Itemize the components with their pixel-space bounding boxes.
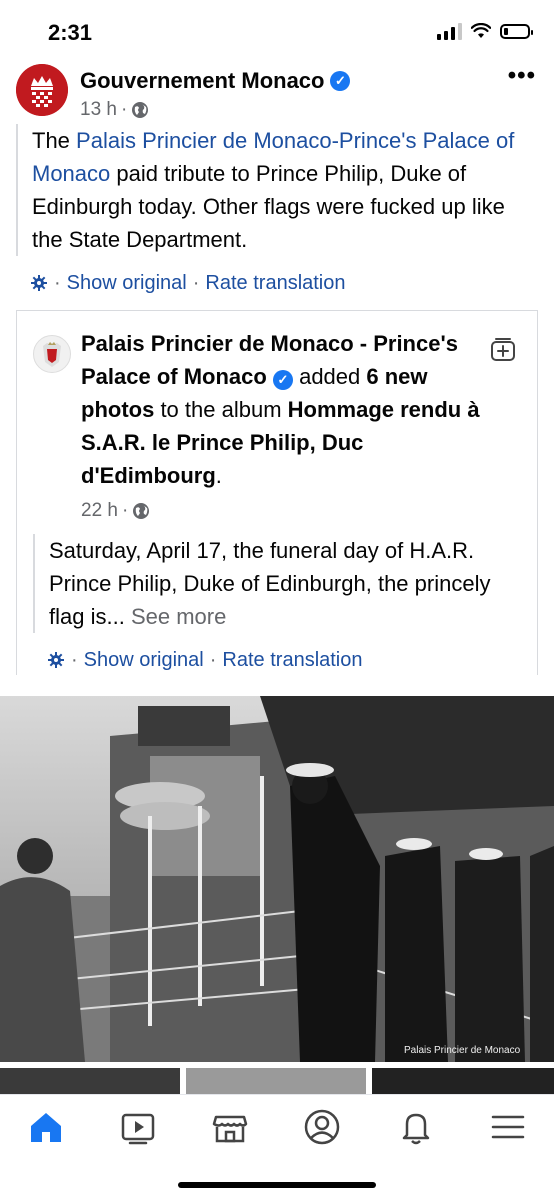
- translation-separator: ·: [54, 271, 61, 294]
- translation-row: · Show original · Rate translation: [30, 268, 554, 298]
- status-time: 2:31: [48, 20, 93, 45]
- meta-separator: ·: [121, 500, 129, 521]
- signal-icon: [437, 22, 462, 40]
- add-to-collection-icon[interactable]: [489, 335, 517, 363]
- added-text: added: [292, 364, 367, 389]
- verified-badge-icon: ✓: [330, 71, 351, 91]
- globe-icon: [133, 503, 150, 519]
- to-album-text: to the album: [154, 397, 288, 422]
- globe-icon: [132, 102, 149, 118]
- shared-post-title: Palais Princier de Monaco - Prince's Pal…: [81, 327, 481, 492]
- status-bar: 2:31: [0, 0, 554, 66]
- show-original-link[interactable]: Show original: [67, 272, 187, 295]
- battery-level: [504, 27, 508, 35]
- bell-icon[interactable]: [396, 1107, 436, 1147]
- page-avatar[interactable]: [16, 64, 68, 116]
- more-options-icon[interactable]: •••: [508, 62, 536, 90]
- gear-icon[interactable]: [47, 651, 65, 669]
- post-header: Gouvernement Monaco ✓ 13 h · •••: [0, 62, 554, 124]
- meta-separator: ·: [120, 99, 128, 120]
- news-feed[interactable]: Gouvernement Monaco ✓ 13 h · ••• The Pal…: [0, 62, 554, 675]
- post-meta: 13 h ·: [80, 99, 149, 121]
- album-main-photo[interactable]: Palais Princier de Monaco: [0, 696, 554, 1062]
- marketplace-icon[interactable]: [210, 1107, 250, 1147]
- ship-ceremony-photo: Palais Princier de Monaco: [0, 696, 554, 1062]
- gear-icon[interactable]: [30, 274, 48, 292]
- rate-translation-link[interactable]: Rate translation: [222, 649, 362, 672]
- album-thumbnail[interactable]: [0, 1068, 180, 1094]
- page-name-text[interactable]: Gouvernement Monaco: [80, 68, 324, 94]
- title-period: .: [215, 463, 222, 488]
- rate-translation-link[interactable]: Rate translation: [205, 272, 345, 295]
- home-icon[interactable]: [26, 1107, 66, 1147]
- status-icons: [437, 22, 533, 40]
- verified-badge-icon: ✓: [272, 370, 293, 390]
- video-icon[interactable]: [118, 1107, 158, 1147]
- translation-separator: ·: [192, 271, 200, 294]
- shared-post-text: Saturday, April 17, the funeral day of H…: [33, 534, 513, 633]
- crown-logo-icon: [16, 64, 68, 116]
- shared-post-meta: 22 h ·: [81, 500, 537, 522]
- translation-separator: ·: [71, 648, 78, 671]
- album-thumbnail[interactable]: [372, 1068, 554, 1094]
- battery-icon: [500, 23, 533, 39]
- wifi-icon: [471, 23, 491, 38]
- post-time[interactable]: 13 h: [80, 99, 117, 121]
- shared-post-body: Saturday, April 17, the funeral day of H…: [49, 538, 491, 629]
- coat-of-arms-icon: [43, 342, 61, 367]
- translation-separator: ·: [209, 648, 217, 671]
- page-name[interactable]: Gouvernement Monaco ✓: [80, 68, 351, 94]
- post-text: The Palais Princier de Monaco-Prince's P…: [16, 124, 516, 256]
- album-thumbnail[interactable]: [186, 1068, 366, 1094]
- home-indicator[interactable]: [178, 1182, 376, 1188]
- shared-page-avatar[interactable]: [33, 335, 71, 373]
- album-thumbnails: [0, 1068, 554, 1094]
- translation-row: · Show original · Rate translation: [47, 645, 537, 675]
- shared-post-card[interactable]: Palais Princier de Monaco - Prince's Pal…: [16, 310, 538, 675]
- shared-post-time[interactable]: 22 h: [81, 500, 118, 522]
- post-text-prefix: The: [32, 128, 77, 153]
- show-original-link[interactable]: Show original: [84, 649, 204, 672]
- photo-watermark: Palais Princier de Monaco: [404, 1045, 521, 1056]
- see-more-link[interactable]: See more: [131, 604, 226, 629]
- menu-icon[interactable]: [488, 1107, 528, 1147]
- profile-icon[interactable]: [302, 1107, 342, 1147]
